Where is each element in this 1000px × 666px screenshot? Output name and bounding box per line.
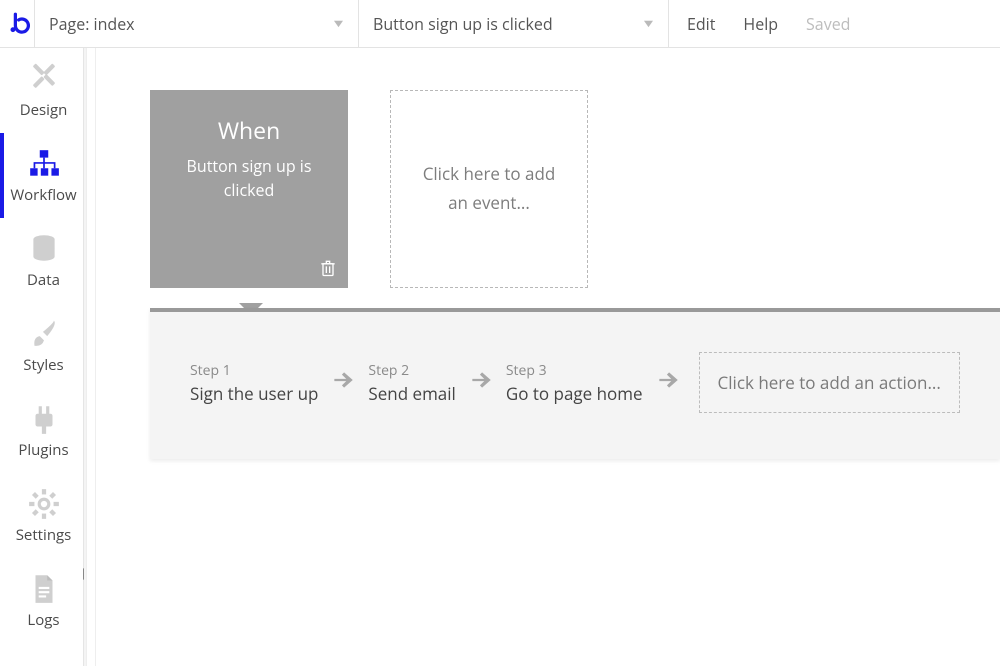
- page-selector-value: Page: index: [49, 13, 135, 35]
- step-title: Go to page home: [506, 382, 643, 405]
- add-action-label: Click here to add an action...: [718, 371, 941, 394]
- brush-icon: [27, 317, 61, 351]
- help-link[interactable]: Help: [743, 13, 778, 35]
- sidebar: Design Workflow Data Styles Plugins: [0, 48, 84, 666]
- plugin-icon: [27, 402, 61, 436]
- event-description: Button sign up is clicked: [164, 154, 334, 202]
- sidebar-item-label: Settings: [16, 525, 72, 545]
- chevron-down-icon: ▼: [331, 16, 346, 31]
- step-number: Step 1: [190, 361, 318, 380]
- arrow-right-icon: [330, 367, 356, 398]
- sidebar-item-label: Logs: [27, 610, 59, 630]
- app-shell: Design Workflow Data Styles Plugins: [0, 48, 1000, 666]
- sidebar-item-logs[interactable]: Logs: [0, 558, 83, 643]
- saved-indicator: Saved: [806, 13, 850, 35]
- database-icon: [27, 232, 61, 266]
- workflow-step[interactable]: Step 1 Sign the user up: [190, 361, 318, 405]
- step-number: Step 3: [506, 361, 643, 380]
- top-links: Edit Help Saved: [669, 0, 850, 47]
- workflow-steps-panel: Step 1 Sign the user up Step 2 Send emai…: [150, 308, 1000, 459]
- add-action-button[interactable]: Click here to add an action...: [699, 352, 960, 413]
- page-selector-dropdown[interactable]: Page: index ▼: [34, 0, 359, 47]
- arrow-right-icon: [468, 367, 494, 398]
- add-event-card[interactable]: Click here to add an event...: [390, 90, 588, 288]
- sidebar-item-design[interactable]: Design: [0, 48, 83, 133]
- gear-icon: [27, 487, 61, 521]
- design-icon: [27, 62, 61, 96]
- workflow-selector-value: Button sign up is clicked: [373, 13, 553, 35]
- arrow-right-icon: [655, 367, 681, 398]
- edit-link[interactable]: Edit: [687, 13, 715, 35]
- step-title: Send email: [368, 382, 455, 405]
- workflow-canvas: When Button sign up is clicked Click her…: [84, 48, 1000, 666]
- sidebar-item-workflow[interactable]: Workflow: [0, 133, 83, 218]
- sidebar-item-settings[interactable]: Settings: [0, 473, 83, 558]
- sidebar-item-data[interactable]: Data: [0, 218, 83, 303]
- sidebar-item-label: Workflow: [10, 185, 76, 205]
- sidebar-item-label: Plugins: [18, 440, 68, 460]
- logs-icon: [27, 572, 61, 606]
- sidebar-item-label: Data: [27, 270, 60, 290]
- canvas-margin-ruler: [86, 48, 96, 666]
- step-title: Sign the user up: [190, 382, 318, 405]
- step-number: Step 2: [368, 361, 455, 380]
- sidebar-item-styles[interactable]: Styles: [0, 303, 83, 388]
- sidebar-item-label: Design: [20, 100, 68, 120]
- trash-icon[interactable]: [318, 258, 338, 280]
- event-heading: When: [164, 114, 334, 146]
- workflow-selector-dropdown[interactable]: Button sign up is clicked ▼: [359, 0, 669, 47]
- event-cards-row: When Button sign up is clicked Click her…: [150, 90, 588, 288]
- add-event-label: Click here to add an event...: [415, 160, 563, 218]
- top-bar: Page: index ▼ Button sign up is clicked …: [0, 0, 1000, 48]
- sidebar-item-label: Styles: [23, 355, 63, 375]
- bubble-logo: [0, 0, 34, 47]
- workflow-icon: [27, 147, 61, 181]
- workflow-step[interactable]: Step 2 Send email: [368, 361, 455, 405]
- workflow-step[interactable]: Step 3 Go to page home: [506, 361, 643, 405]
- chevron-down-icon: ▼: [641, 16, 656, 31]
- workflow-event-card[interactable]: When Button sign up is clicked: [150, 90, 348, 288]
- sidebar-item-plugins[interactable]: Plugins: [0, 388, 83, 473]
